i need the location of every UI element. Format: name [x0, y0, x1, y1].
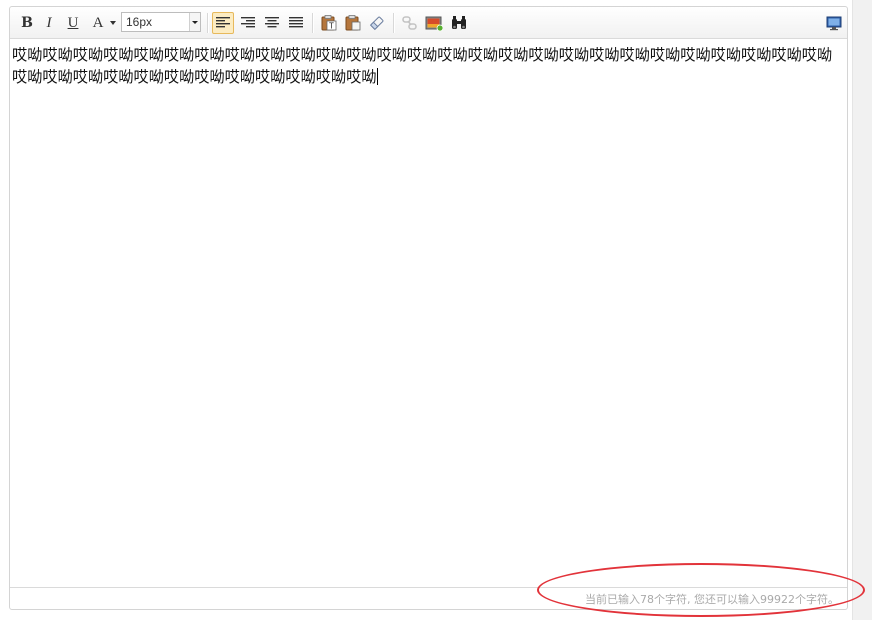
align-right-icon	[241, 17, 255, 28]
font-color-icon: A	[92, 14, 104, 31]
link-button[interactable]	[399, 12, 421, 34]
toolbar-separator	[393, 13, 394, 33]
binoculars-icon	[452, 16, 466, 29]
font-color-dropdown-icon[interactable]	[110, 21, 116, 25]
text-cursor	[376, 68, 378, 85]
align-justify-button[interactable]	[285, 12, 307, 34]
font-size-value: 16px	[126, 15, 153, 29]
editor-text: 哎呦哎呦哎呦哎呦哎呦哎呦哎呦哎呦哎呦哎呦哎呦哎呦哎呦哎呦哎呦哎呦哎呦哎呦哎呦哎呦…	[12, 46, 833, 86]
underline-icon: U	[67, 14, 79, 31]
align-right-button[interactable]	[237, 12, 259, 34]
paste-icon	[345, 15, 361, 31]
fullscreen-button[interactable]	[823, 12, 845, 34]
word-count-text: 当前已输入78个字符, 您还可以输入99922个字符。	[585, 593, 839, 606]
monitor-icon	[826, 16, 842, 31]
underline-button[interactable]: U	[62, 12, 84, 34]
paste-text-icon: T	[321, 15, 337, 31]
bold-button[interactable]: B	[16, 12, 38, 34]
rich-text-editor: B I U A 16px T 哎呦哎呦哎呦哎呦哎呦哎呦哎呦哎呦哎呦哎呦哎呦哎呦哎…	[9, 6, 848, 610]
font-color-button[interactable]: A	[87, 12, 109, 34]
align-center-button[interactable]	[261, 12, 283, 34]
select-arrow-icon	[189, 13, 200, 31]
paste-text-button[interactable]: T	[318, 12, 340, 34]
align-left-icon	[216, 17, 230, 28]
align-center-icon	[265, 17, 279, 28]
bold-icon: B	[21, 15, 33, 31]
font-size-select[interactable]: 16px	[121, 12, 201, 32]
toolbar-separator	[207, 13, 208, 33]
italic-icon: I	[46, 14, 52, 31]
page-scroll-strip	[852, 0, 872, 620]
align-left-button[interactable]	[212, 12, 234, 34]
editor-content-area[interactable]: 哎呦哎呦哎呦哎呦哎呦哎呦哎呦哎呦哎呦哎呦哎呦哎呦哎呦哎呦哎呦哎呦哎呦哎呦哎呦哎呦…	[10, 39, 847, 588]
editor-status-bar: 当前已输入78个字符, 您还可以输入99922个字符。	[10, 587, 847, 609]
paste-button[interactable]	[342, 12, 364, 34]
italic-button[interactable]: I	[38, 12, 60, 34]
align-justify-icon	[289, 17, 303, 28]
eraser-icon	[369, 16, 384, 31]
clear-format-button[interactable]	[366, 12, 388, 34]
insert-image-button[interactable]	[423, 12, 445, 34]
link-icon	[402, 16, 417, 30]
search-button[interactable]	[448, 12, 470, 34]
image-icon	[425, 16, 443, 31]
svg-text:T: T	[329, 22, 334, 31]
toolbar-separator	[312, 13, 313, 33]
editor-toolbar: B I U A 16px T	[10, 7, 847, 39]
